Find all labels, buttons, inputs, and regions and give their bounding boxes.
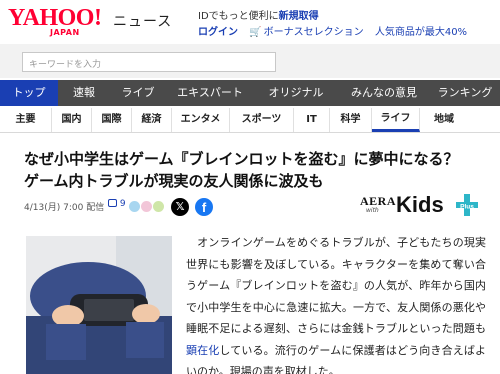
category-science[interactable]: 科学 <box>330 108 372 132</box>
plus-badge-label: Plus <box>460 204 474 211</box>
comment-icon <box>108 199 117 207</box>
category-entertainment[interactable]: エンタメ <box>172 108 230 132</box>
category-it[interactable]: IT <box>294 108 330 132</box>
distribution-label: 配信 <box>86 203 105 213</box>
body-text-part-2: している。流行のゲームに保護者はどう向き合えばよいのか。現場の声を取材した。 <box>186 343 486 374</box>
article-body: オンラインゲームをめぐるトラブルが、子どもたちの現実世界にも影響を及ぼしている。… <box>186 232 486 374</box>
logo-with-text: with <box>366 207 379 214</box>
search-placeholder: キーワードを入力 <box>29 60 102 70</box>
search-input[interactable]: キーワードを入力 <box>22 52 276 72</box>
reaction-clear-icon[interactable] <box>141 201 152 212</box>
publish-date: 4/13(月) 7:00 <box>24 203 84 213</box>
reaction-learned-icon[interactable] <box>129 201 140 212</box>
cart-icon: 🛒 <box>249 27 262 38</box>
body-text-part-1: オンラインゲームをめぐるトラブルが、子どもたちの現実世界にも影響を及ぼしている。… <box>186 236 486 335</box>
bonus-selection-link[interactable]: 🛒 ボーナスセレクション <box>249 27 363 38</box>
bonus-label: ボーナスセレクション <box>263 27 364 38</box>
x-share-icon[interactable]: 𝕏 <box>171 198 189 216</box>
main-nav-original[interactable]: オリジナル <box>254 80 338 106</box>
login-link[interactable]: ログイン <box>198 27 238 38</box>
main-nav: トップ 速報 ライブ エキスパート オリジナル みんなの意見 ランキング <box>0 80 500 106</box>
child-playing-handheld-console-image <box>26 236 172 374</box>
facebook-share-icon[interactable]: f <box>195 198 213 216</box>
logo-kids-text: Kids <box>396 192 444 217</box>
site-header: YAHOO! JAPAN ニュース IDでもっと便利に新規取得 ログイン 🛒 ボー… <box>0 0 500 44</box>
category-nav: 主要 国内 国際 経済 エンタメ スポーツ IT 科学 ライフ 地域 <box>0 108 500 133</box>
article-headline: なぜ小中学生はゲーム『ブレインロットを盗む』に夢中になる？ ゲーム内トラブルが現… <box>24 148 484 192</box>
main-nav-top[interactable]: トップ <box>0 80 58 106</box>
header-links: ログイン 🛒 ボーナスセレクション 人気商品が最大40% <box>198 23 467 38</box>
comment-link[interactable]: 9 <box>108 199 126 209</box>
main-nav-breaking[interactable]: 速報 <box>58 80 110 106</box>
main-nav-opinion[interactable]: みんなの意見 <box>338 80 430 106</box>
headline-line-1: なぜ小中学生はゲーム『ブレインロットを盗む』に夢中になる？ <box>24 150 459 168</box>
category-international[interactable]: 国際 <box>92 108 132 132</box>
main-nav-live[interactable]: ライブ <box>110 80 166 106</box>
logo-sub: JAPAN <box>50 28 80 37</box>
yahoo-japan-logo[interactable]: YAHOO! JAPAN <box>8 6 112 40</box>
promo-text: IDでもっと便利に <box>198 11 279 22</box>
category-sports[interactable]: スポーツ <box>230 108 294 132</box>
category-life[interactable]: ライフ <box>372 108 420 132</box>
main-nav-expert[interactable]: エキスパート <box>166 80 254 106</box>
hot-items-link[interactable]: 人気商品が最大40% <box>375 27 467 38</box>
main-nav-ranking[interactable]: ランキング <box>430 80 500 106</box>
reaction-think-icon[interactable] <box>153 201 164 212</box>
category-major[interactable]: 主要 <box>0 108 52 132</box>
article-photo[interactable] <box>26 236 172 374</box>
news-brand-label[interactable]: ニュース <box>113 11 172 31</box>
register-link[interactable]: 新規取得 <box>279 11 319 22</box>
headline-line-2: ゲーム内トラブルが現実の友人関係に波及も <box>24 172 324 190</box>
comment-count: 9 <box>119 199 126 209</box>
article-meta: 4/13(月) 7:00 配信 <box>24 200 104 213</box>
id-promo: IDでもっと便利に新規取得 <box>198 7 319 22</box>
search-bar: キーワードを入力 <box>0 44 500 78</box>
aera-kids-plus-logo[interactable]: AERA with Kids Plus <box>360 191 484 221</box>
category-economy[interactable]: 経済 <box>132 108 172 132</box>
logo-main: YAHOO! <box>8 5 102 31</box>
plus-badge-icon: Plus <box>456 194 478 216</box>
category-local[interactable]: 地域 <box>420 108 468 132</box>
category-domestic[interactable]: 国内 <box>52 108 92 132</box>
highlight-link[interactable]: 顕在化 <box>186 344 219 357</box>
